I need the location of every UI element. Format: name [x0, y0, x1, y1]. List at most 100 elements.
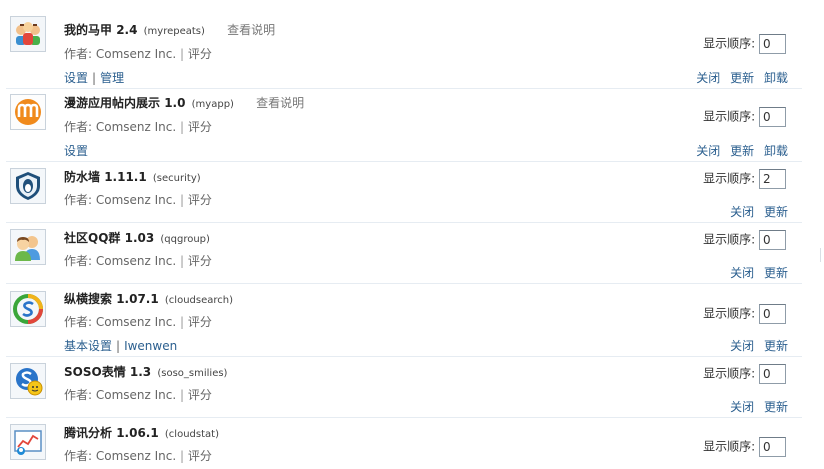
display-order: 显示顺序: 0	[703, 304, 786, 324]
plugin-name: 防水墙	[64, 170, 101, 184]
update-link[interactable]: 更新	[764, 400, 788, 414]
plugin-identifier: (cloudstat)	[164, 429, 219, 440]
update-link[interactable]: 更新	[764, 266, 788, 280]
plugin-name: 社区QQ群	[64, 231, 121, 245]
plugin-version: 1.06.1	[116, 426, 159, 440]
display-order-label: 显示顺序:	[703, 439, 756, 454]
author-label: 作者:	[64, 315, 93, 329]
plugin-name: 漫游应用帖内展示	[64, 96, 161, 110]
update-link[interactable]: 更新	[730, 71, 754, 85]
plugin-title: 腾讯分析 1.06.1 (cloudstat)	[64, 424, 219, 441]
display-order: 显示顺序: 0	[703, 34, 786, 54]
plugin-meta: 作者: Comsenz Inc. | 评分	[64, 191, 212, 208]
plugin-identifier: (soso_smilies)	[157, 368, 228, 379]
display-order-input[interactable]: 0	[759, 437, 786, 457]
plugin-meta: 作者: Comsenz Inc. | 评分	[64, 45, 212, 62]
score-link[interactable]: 评分	[188, 193, 212, 207]
plugin-meta: 作者: Comsenz Inc. | 评分	[64, 386, 212, 403]
score-link[interactable]: 评分	[188, 120, 212, 134]
plugin-identifier: (security)	[152, 173, 201, 184]
disable-link[interactable]: 关闭	[696, 144, 720, 158]
view-doc-link[interactable]: 查看说明	[227, 23, 275, 37]
author-label: 作者:	[64, 388, 93, 402]
disable-link[interactable]: 关闭	[730, 205, 754, 219]
display-order-label: 显示顺序:	[703, 232, 756, 247]
plugin-title: 漫游应用帖内展示 1.0 (myapp) 查看说明	[64, 94, 304, 111]
plugin-version: 1.0	[164, 96, 186, 110]
display-order-input[interactable]: 0	[759, 230, 786, 250]
display-order-input[interactable]: 0	[759, 364, 786, 384]
manage-link[interactable]: 管理	[100, 71, 124, 85]
update-link[interactable]: 更新	[764, 339, 788, 353]
plugin-actions: 关闭 更新	[724, 203, 788, 220]
soso-smiley-icon	[10, 363, 46, 399]
update-link[interactable]: 更新	[730, 144, 754, 158]
display-order-label: 显示顺序:	[703, 306, 756, 321]
iwenwen-link[interactable]: Iwenwen	[124, 339, 177, 353]
plugin-row-cloudstat: 腾讯分析 1.06.1 (cloudstat) 作者: Comsenz Inc.…	[6, 418, 802, 468]
uninstall-link[interactable]: 卸载	[764, 71, 788, 85]
display-order: 显示顺序: 0	[703, 364, 786, 384]
view-doc-link[interactable]: 查看说明	[256, 96, 304, 110]
update-link[interactable]: 更新	[764, 205, 788, 219]
author-name: Comsenz Inc.	[95, 388, 177, 402]
plugin-version: 1.03	[124, 231, 155, 245]
soso-ring-icon	[10, 291, 46, 327]
settings-link[interactable]: 设置	[64, 144, 88, 158]
users-pair-icon	[10, 229, 46, 265]
author-name: Comsenz Inc.	[95, 449, 177, 463]
display-order-input[interactable]: 0	[759, 304, 786, 324]
plugin-meta: 作者: Comsenz Inc. | 评分	[64, 118, 212, 135]
disable-link[interactable]: 关闭	[730, 266, 754, 280]
plugin-name: 我的马甲	[64, 23, 113, 37]
plugin-title: 防水墙 1.11.1 (security)	[64, 168, 201, 185]
score-link[interactable]: 评分	[188, 254, 212, 268]
plugin-actions: 关闭 更新	[724, 264, 788, 281]
score-link[interactable]: 评分	[188, 449, 212, 463]
separator: |	[180, 193, 185, 207]
plugin-meta: 作者: Comsenz Inc. | 评分	[64, 447, 212, 464]
plugin-actions: 关闭 更新	[724, 398, 788, 415]
plugin-title: 纵横搜索 1.07.1 (cloudsearch)	[64, 290, 233, 307]
uninstall-link[interactable]: 卸载	[764, 144, 788, 158]
separator: |	[180, 449, 185, 463]
plugin-meta: 作者: Comsenz Inc. | 评分	[64, 313, 212, 330]
score-link[interactable]: 评分	[188, 315, 212, 329]
display-order-input[interactable]: 0	[759, 107, 786, 127]
basic-settings-link[interactable]: 基本设置	[64, 339, 112, 353]
author-label: 作者:	[64, 120, 93, 134]
score-link[interactable]: 评分	[188, 47, 212, 61]
plugin-name: 腾讯分析	[64, 426, 113, 440]
plugin-identifier: (myrepeats)	[143, 26, 205, 37]
display-order-label: 显示顺序:	[703, 171, 756, 186]
plugin-row-myapp: 漫游应用帖内展示 1.0 (myapp) 查看说明 作者: Comsenz In…	[6, 89, 802, 162]
display-order: 显示顺序: 0	[703, 107, 786, 127]
plugin-actions: 关闭 更新 卸载	[690, 69, 788, 86]
settings-link[interactable]: 设置	[64, 71, 88, 85]
plugin-meta: 作者: Comsenz Inc. | 评分	[64, 252, 212, 269]
plugin-title: 我的马甲 2.4 (myrepeats) 查看说明	[64, 21, 275, 38]
score-link[interactable]: 评分	[188, 388, 212, 402]
display-order-label: 显示顺序:	[703, 109, 756, 124]
plugin-identifier: (cloudsearch)	[164, 295, 234, 306]
display-order-input[interactable]: 0	[759, 34, 786, 54]
scrollbar-edge	[820, 248, 821, 262]
plugin-row-soso-smilies: SOSO表情 1.3 (soso_smilies) 作者: Comsenz In…	[6, 357, 802, 418]
disable-link[interactable]: 关闭	[696, 71, 720, 85]
display-order-label: 显示顺序:	[703, 36, 756, 51]
separator: |	[180, 47, 185, 61]
plugin-actions: 关闭 更新 卸载	[690, 142, 788, 159]
disable-link[interactable]: 关闭	[730, 339, 754, 353]
plugin-name: 纵横搜索	[64, 292, 113, 306]
plugin-identifier: (qqgroup)	[160, 234, 210, 245]
display-order: 显示顺序: 2	[703, 169, 786, 189]
author-name: Comsenz Inc.	[95, 193, 177, 207]
plugin-version: 1.11.1	[104, 170, 147, 184]
author-name: Comsenz Inc.	[95, 254, 177, 268]
plugin-row-security: 防水墙 1.11.1 (security) 作者: Comsenz Inc. |…	[6, 162, 802, 223]
plugin-links: 设置	[64, 142, 88, 159]
display-order-input[interactable]: 2	[759, 169, 786, 189]
disable-link[interactable]: 关闭	[730, 400, 754, 414]
shield-penguin-icon	[10, 168, 46, 204]
people-group-icon	[10, 16, 46, 52]
